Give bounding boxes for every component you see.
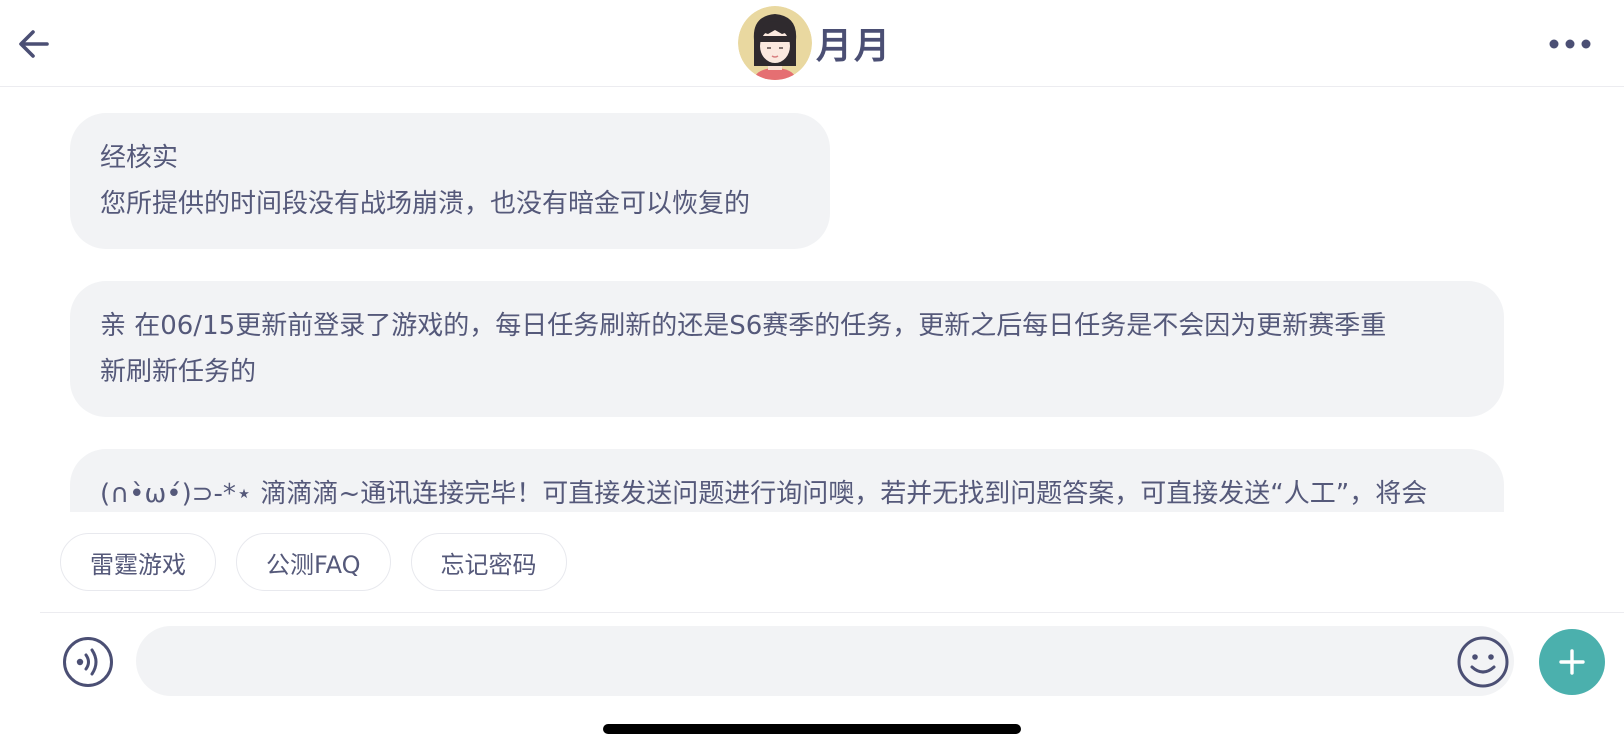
add-button[interactable] xyxy=(1539,629,1605,695)
message-text: 新刷新任务的 xyxy=(100,357,257,387)
message-bubble: (∩•̀ω•́)⊃-*⋆ 滴滴滴~通讯连接完毕！可直接发送问题进行询问噢，若并无… xyxy=(70,449,1504,512)
message-bubble: 亲 在06/15更新前登录了游戏的，每日任务刷新的还是S6赛季的任务，更新之后每… xyxy=(70,281,1504,417)
quick-reply-chip[interactable]: 公测FAQ xyxy=(236,533,391,591)
message-text: 您所提供的时间段没有战场崩溃，也没有暗金可以恢复的 xyxy=(100,189,751,219)
smiley-icon xyxy=(1457,636,1509,688)
quick-reply-chip[interactable]: 忘记密码 xyxy=(410,533,567,591)
message-input[interactable] xyxy=(136,626,1514,696)
more-dots-icon xyxy=(1549,39,1591,49)
chat-screen: 月月 经核实 您所提供的时间段没有战场崩溃，也没有暗金可以恢复的 亲 在06/1… xyxy=(0,0,1624,750)
message-bubble: 经核实 您所提供的时间段没有战场崩溃，也没有暗金可以恢复的 xyxy=(70,113,830,249)
voice-button[interactable] xyxy=(62,636,114,688)
message-text: (∩•̀ω•́)⊃-*⋆ 滴滴滴~通讯连接完毕！可直接发送问题进行询问噢，若并无… xyxy=(100,479,1428,509)
avatar xyxy=(738,6,812,80)
emoji-button[interactable] xyxy=(1456,635,1510,689)
chat-title: 月月 xyxy=(738,6,893,80)
back-button[interactable] xyxy=(12,22,56,66)
voice-icon xyxy=(63,637,113,687)
arrow-left-icon xyxy=(19,30,49,58)
message-text: 经核实 xyxy=(100,143,179,173)
page-title: 月月 xyxy=(816,26,893,67)
message-list[interactable]: 经核实 您所提供的时间段没有战场崩溃，也没有暗金可以恢复的 亲 在06/15更新… xyxy=(0,87,1624,512)
header: 月月 xyxy=(0,0,1624,87)
more-button[interactable] xyxy=(1546,26,1594,62)
plus-icon xyxy=(1559,649,1585,675)
quick-reply-chip[interactable]: 雷霆游戏 xyxy=(60,533,216,591)
message-text: 亲 在06/15更新前登录了游戏的，每日任务刷新的还是S6赛季的任务，更新之后每… xyxy=(100,311,1387,341)
girl-avatar-icon xyxy=(738,6,812,80)
quick-replies: 雷霆游戏 公测FAQ 忘记密码 xyxy=(60,533,587,593)
home-indicator xyxy=(603,724,1021,734)
divider xyxy=(40,612,1624,613)
